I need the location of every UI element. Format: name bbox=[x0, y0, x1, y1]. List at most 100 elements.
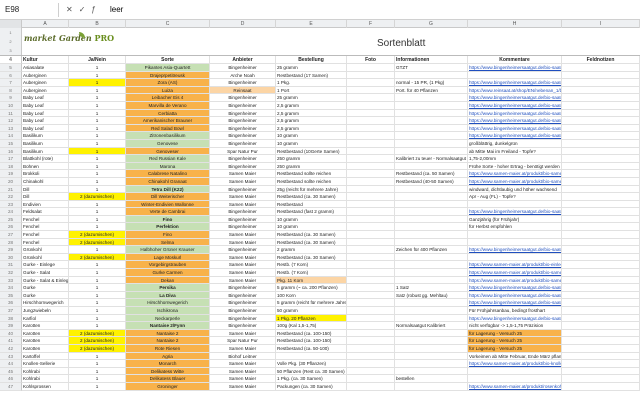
cell-bestellung[interactable]: 25g (reicht für mehrere Jahre) bbox=[276, 185, 347, 194]
cell-bestellung[interactable]: 1 Pkg. (ca. 30 Samen) bbox=[276, 375, 347, 383]
cell-feldnotizen[interactable] bbox=[562, 94, 640, 102]
cell-anbieter[interactable]: Samen Maier bbox=[210, 276, 276, 285]
name-box[interactable]: E98 bbox=[3, 4, 51, 16]
cell-kommentare[interactable]: https://www.bingenheimersaatgut.de/bio-s… bbox=[468, 132, 562, 140]
cell-kommentare[interactable]: Frühe Sorte - hoher Ertrag - benötigt we… bbox=[468, 162, 562, 171]
cell-bestellung[interactable]: 10 gramm bbox=[276, 132, 347, 140]
row-number[interactable]: 26 bbox=[0, 223, 22, 232]
cell-sorte[interactable]: Verte de Cambrai bbox=[126, 208, 210, 216]
cell-bestellung[interactable]: 50 gramm bbox=[276, 307, 347, 315]
cell-kommentare[interactable]: https://www.bingenheimersaatgut.de/bio-s… bbox=[468, 246, 562, 254]
cell-bestellung[interactable]: Restbestand (ca. 30 Samen) bbox=[276, 253, 347, 262]
cell-foto[interactable] bbox=[347, 231, 395, 239]
cell-ja-nein[interactable]: 1 bbox=[69, 322, 126, 330]
row-number[interactable]: 28 bbox=[0, 238, 22, 247]
cell-bestellung[interactable]: 100g (Kal 1,5-1,75) bbox=[276, 322, 347, 330]
cell-ja-nein[interactable]: 1 bbox=[69, 101, 126, 110]
cell-informationen[interactable]: Restbestand (40-50 Samen) bbox=[395, 177, 468, 186]
row-number[interactable]: 45 bbox=[0, 367, 22, 376]
cell-feldnotizen[interactable] bbox=[562, 276, 640, 285]
cell-kultur[interactable]: Auberginen bbox=[22, 71, 69, 80]
cell-foto[interactable] bbox=[347, 344, 395, 353]
cell-bestellung[interactable]: 2 gramm bbox=[276, 246, 347, 254]
cell-ja-nein[interactable]: 1 bbox=[69, 139, 126, 148]
cell-feldnotizen[interactable] bbox=[562, 231, 640, 239]
cell-anbieter[interactable]: Samen Maier bbox=[210, 360, 276, 368]
cell-foto[interactable] bbox=[347, 170, 395, 178]
row-number[interactable]: 42 bbox=[0, 344, 22, 353]
cell-foto[interactable] bbox=[347, 269, 395, 277]
cell-sorte[interactable]: Chinakohl Granaat bbox=[126, 177, 210, 186]
cell-kommentare[interactable]: https://www.bingenheimersaatgut.de/bio-s… bbox=[468, 291, 562, 300]
cell-kultur[interactable]: Auberginen bbox=[22, 79, 69, 87]
header-bestellung[interactable]: Bestellung bbox=[276, 56, 347, 64]
cell-kultur[interactable]: Dill bbox=[22, 193, 69, 201]
cell-foto[interactable] bbox=[347, 193, 395, 201]
cell-ja-nein[interactable]: 1 bbox=[69, 170, 126, 178]
cell-feldnotizen[interactable] bbox=[562, 253, 640, 262]
cell-foto[interactable] bbox=[347, 276, 395, 285]
cell-foto[interactable] bbox=[347, 329, 395, 338]
cell-informationen[interactable] bbox=[395, 139, 468, 148]
cell-foto[interactable] bbox=[347, 101, 395, 110]
cell-anbieter[interactable]: Bingenheimer bbox=[210, 117, 276, 125]
cell-kommentare[interactable]: für Herbst empfohlen bbox=[468, 223, 562, 232]
cell-foto[interactable] bbox=[347, 261, 395, 270]
column-header-c[interactable]: C bbox=[126, 20, 210, 28]
row-number[interactable]: 15 bbox=[0, 139, 22, 148]
cell-kultur[interactable]: Basilikum bbox=[22, 139, 69, 148]
cell-kultur[interactable]: Karotten bbox=[22, 329, 69, 338]
cell-feldnotizen[interactable] bbox=[562, 223, 640, 232]
cell-feldnotizen[interactable] bbox=[562, 193, 640, 201]
cell-feldnotizen[interactable] bbox=[562, 284, 640, 292]
cell-sorte[interactable]: Delikatess Witte bbox=[126, 367, 210, 376]
cell-foto[interactable] bbox=[347, 215, 395, 224]
cell-kultur[interactable]: Dill bbox=[22, 185, 69, 194]
cell-kultur[interactable]: Gurke bbox=[22, 284, 69, 292]
row-number[interactable]: 4 bbox=[0, 56, 22, 64]
cell-anbieter[interactable]: Bingenheimer bbox=[210, 64, 276, 72]
cell-bestellung[interactable]: Volle Pkg. (30 Pflanzen) bbox=[276, 360, 347, 368]
cell-kultur[interactable]: Baby Leaf bbox=[22, 109, 69, 118]
cell-bestellung[interactable]: 1 Pkg. bbox=[276, 79, 347, 87]
cell-ja-nein[interactable]: 2 (dazumischen) bbox=[69, 231, 126, 239]
cell-informationen[interactable] bbox=[395, 238, 468, 247]
cell-feldnotizen[interactable] bbox=[562, 307, 640, 315]
cell-kommentare[interactable]: https://www.samen-maier.at/produkt/bio-s… bbox=[468, 170, 562, 178]
cell-feldnotizen[interactable] bbox=[562, 246, 640, 254]
row-number[interactable]: 36 bbox=[0, 299, 22, 307]
cell-anbieter[interactable]: Bingenheimer bbox=[210, 208, 276, 216]
header-foto[interactable]: Foto bbox=[347, 56, 395, 64]
cell-foto[interactable] bbox=[347, 314, 395, 323]
cell-anbieter[interactable]: Samen Maier bbox=[210, 193, 276, 201]
cell-kommentare[interactable]: Für Frühjahrsanbau, bedingt frosthart bbox=[468, 307, 562, 315]
cell-bestellung[interactable]: 1 Pkg. 20 Pflanzen bbox=[276, 314, 347, 323]
cell-sorte[interactable]: Groninger bbox=[126, 382, 210, 391]
cell-kommentare[interactable]: https://www.bingenheimersaatgut.de/bio-s… bbox=[468, 64, 562, 72]
cell-anbieter[interactable]: Bingenheimer bbox=[210, 185, 276, 194]
cell-kommentare[interactable]: https://www.samen-maier.at/produkt/bio-s… bbox=[468, 177, 562, 186]
cell-kultur[interactable]: Kohlsprossen bbox=[22, 382, 69, 391]
cell-bestellung[interactable]: 250 gramm bbox=[276, 162, 347, 171]
cell-anbieter[interactable]: Samen Maier bbox=[210, 329, 276, 338]
cell-foto[interactable] bbox=[347, 246, 395, 254]
cell-anbieter[interactable]: Samen Maier bbox=[210, 238, 276, 247]
cell-anbieter[interactable]: Bingenheimer bbox=[210, 299, 276, 307]
cell-sorte[interactable]: Nantaise 2 bbox=[126, 337, 210, 345]
cell-bestellung[interactable]: 250 gramm bbox=[276, 155, 347, 163]
cell-kommentare[interactable]: https://www.samen-maier.at/produkt/bio-s… bbox=[468, 269, 562, 277]
cell-kultur[interactable]: Basilikum bbox=[22, 147, 69, 156]
cell-informationen[interactable] bbox=[395, 162, 468, 171]
cell-foto[interactable] bbox=[347, 185, 395, 194]
cell-kultur[interactable]: Jungzwiebeln bbox=[22, 307, 69, 315]
row-number[interactable]: 5 bbox=[0, 64, 22, 72]
cell-foto[interactable] bbox=[347, 322, 395, 330]
cell-anbieter[interactable]: Bingenheimer bbox=[210, 215, 276, 224]
cell-ja-nein[interactable]: 1 bbox=[69, 155, 126, 163]
cell-ja-nein[interactable]: 1 bbox=[69, 71, 126, 80]
cell-feldnotizen[interactable] bbox=[562, 344, 640, 353]
cell-sorte[interactable]: Nantaise 2 bbox=[126, 329, 210, 338]
cell-informationen[interactable] bbox=[395, 193, 468, 201]
cell-ja-nein[interactable]: 1 bbox=[69, 177, 126, 186]
cell-sorte[interactable]: Zitronenbasilikum bbox=[126, 132, 210, 140]
